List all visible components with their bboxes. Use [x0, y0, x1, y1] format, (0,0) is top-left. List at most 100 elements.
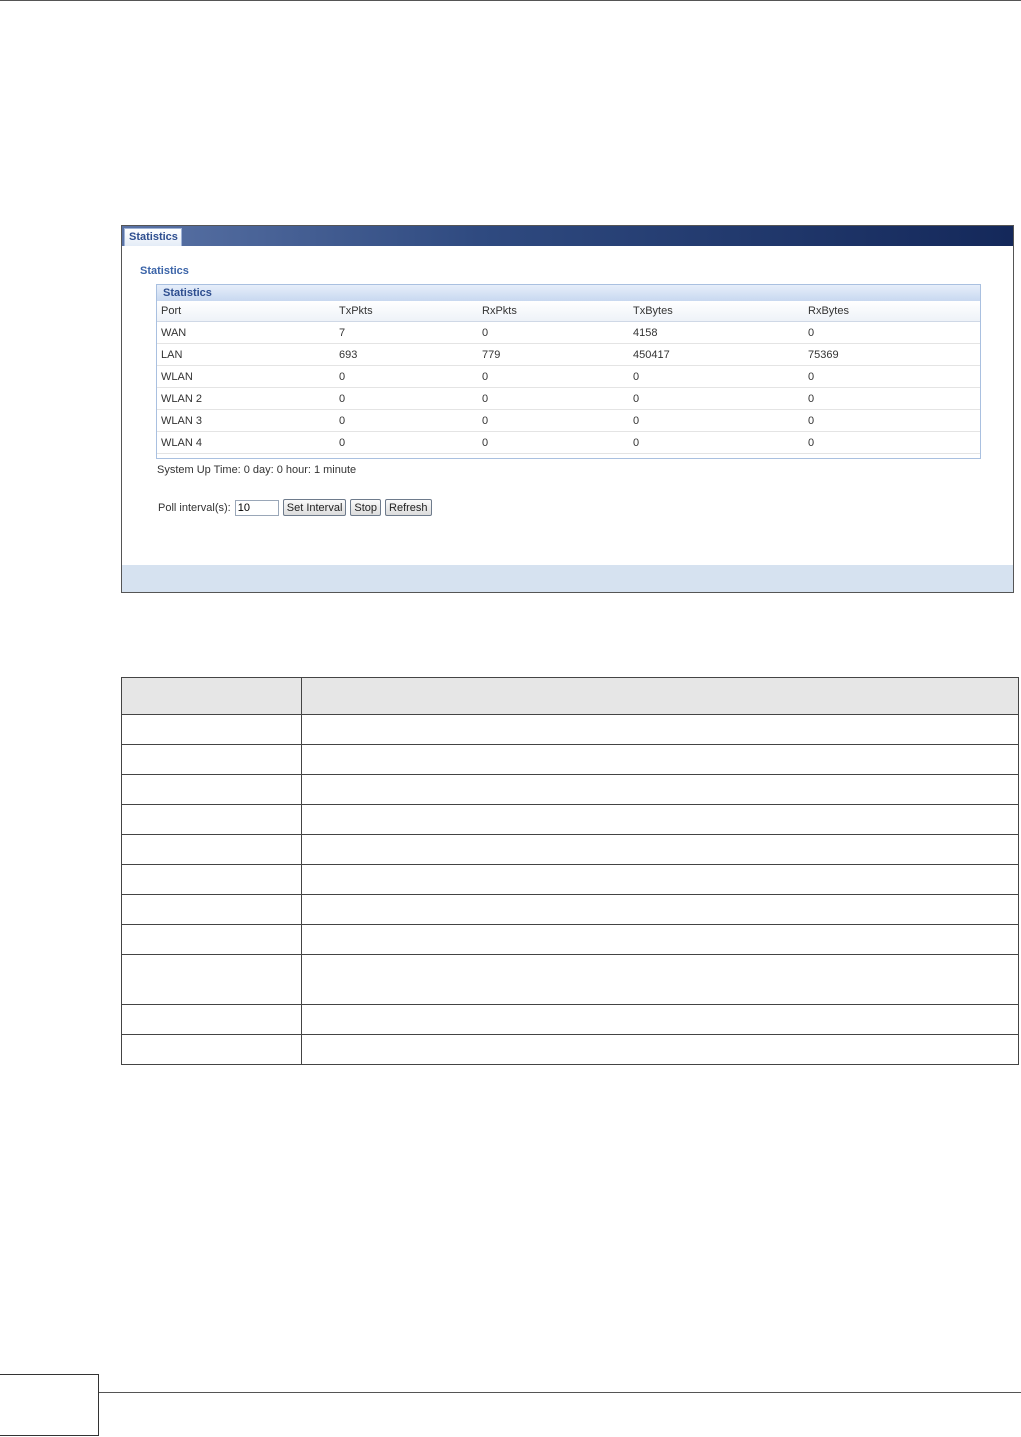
column-header-port: Port: [157, 301, 339, 322]
refresh-button[interactable]: Refresh: [385, 499, 432, 516]
txpkts-cell: 693: [339, 343, 482, 366]
table-row: WLAN 2 0 0 0 0: [157, 387, 980, 410]
panel-footer-bar: [122, 565, 1013, 592]
statistics-panel: Statistics Statistics Statistics Port Tx…: [121, 225, 1014, 593]
description-header-cell: [121, 677, 302, 715]
description-cell: [301, 924, 1019, 955]
column-header-rxpkts: RxPkts: [482, 301, 633, 322]
set-interval-button[interactable]: Set Interval: [282, 499, 347, 516]
uptime-minute: 1 minute: [313, 464, 357, 476]
column-header-txbytes: TxBytes: [633, 301, 808, 322]
section-title: Statistics: [140, 265, 189, 277]
uptime-day: 0 day:: [243, 464, 274, 476]
description-row: [121, 774, 1019, 805]
uptime-hour: 0 hour:: [276, 464, 311, 476]
description-row: [121, 954, 1019, 1005]
description-cell: [301, 1004, 1019, 1035]
txbytes-cell: 0: [633, 365, 808, 388]
poll-interval-label: Poll interval(s):: [158, 501, 231, 514]
description-cell: [121, 834, 302, 865]
description-cell: [301, 864, 1019, 895]
txpkts-cell: 0: [339, 387, 482, 410]
description-cell: [121, 714, 302, 745]
rxbytes-cell: 0: [808, 409, 980, 432]
rxpkts-cell: 779: [482, 343, 633, 366]
txpkts-cell: 0: [339, 365, 482, 388]
txpkts-cell: 0: [339, 431, 482, 454]
column-header-txpkts: TxPkts: [339, 301, 482, 322]
description-cell: [121, 894, 302, 925]
description-cell: [121, 774, 302, 805]
description-cell: [121, 1034, 302, 1065]
rxpkts-cell: 0: [482, 387, 633, 410]
poll-interval-input[interactable]: [234, 499, 279, 516]
port-cell: WLAN 4: [157, 431, 339, 454]
description-cell: [121, 954, 302, 1005]
statistics-box: Statistics Port TxPkts RxPkts TxBytes Rx…: [156, 284, 981, 459]
statistics-box-title: Statistics: [157, 285, 980, 301]
table-row: WLAN 3 0 0 0 0: [157, 409, 980, 432]
rxpkts-cell: 0: [482, 431, 633, 454]
rxbytes-cell: 75369: [808, 343, 980, 366]
stop-button[interactable]: Stop: [350, 499, 382, 516]
description-row: [121, 1034, 1019, 1065]
description-table: [121, 677, 1019, 1065]
rxbytes-cell: 0: [808, 321, 980, 344]
poll-interval-row: Poll interval(s): Set Interval Stop Refr…: [158, 499, 432, 516]
port-cell: WAN: [157, 321, 339, 344]
page-number-box: [0, 1374, 99, 1436]
description-row: [121, 804, 1019, 835]
description-cell: [301, 774, 1019, 805]
tab-bar: Statistics: [122, 226, 1013, 246]
description-cell: [301, 954, 1019, 1005]
system-uptime: System Up Time: 0 day: 0 hour: 1 minute: [157, 464, 359, 476]
table-row: WAN 7 0 4158 0: [157, 321, 980, 344]
port-cell: WLAN: [157, 365, 339, 388]
description-cell: [301, 894, 1019, 925]
txpkts-cell: 0: [339, 409, 482, 432]
description-cell: [301, 744, 1019, 775]
description-cell: [121, 804, 302, 835]
description-cell: [121, 924, 302, 955]
txbytes-cell: 4158: [633, 321, 808, 344]
description-row: [121, 834, 1019, 865]
tab-statistics[interactable]: Statistics: [124, 228, 182, 246]
description-cell: [301, 834, 1019, 865]
description-row: [121, 924, 1019, 955]
txbytes-cell: 450417: [633, 343, 808, 366]
port-cell: WLAN 2: [157, 387, 339, 410]
txpkts-cell: 7: [339, 321, 482, 344]
description-row: [121, 1004, 1019, 1035]
description-header-row: [121, 677, 1019, 715]
column-header-rxbytes: RxBytes: [808, 301, 980, 322]
rxpkts-cell: 0: [482, 409, 633, 432]
txbytes-cell: 0: [633, 409, 808, 432]
top-rule: [0, 0, 1021, 1]
description-cell: [121, 1004, 302, 1035]
rxbytes-cell: 0: [808, 387, 980, 410]
footer-rule: [99, 1392, 1021, 1393]
txbytes-cell: 0: [633, 387, 808, 410]
rxpkts-cell: 0: [482, 365, 633, 388]
description-header-cell: [301, 677, 1019, 715]
port-cell: WLAN 3: [157, 409, 339, 432]
rxbytes-cell: 0: [808, 431, 980, 454]
statistics-table: Port TxPkts RxPkts TxBytes RxBytes WAN 7…: [157, 301, 980, 454]
txbytes-cell: 0: [633, 431, 808, 454]
description-row: [121, 864, 1019, 895]
rxpkts-cell: 0: [482, 321, 633, 344]
table-row: WLAN 4 0 0 0 0: [157, 431, 980, 454]
description-row: [121, 744, 1019, 775]
port-cell: LAN: [157, 343, 339, 366]
description-cell: [301, 714, 1019, 745]
description-cell: [121, 864, 302, 895]
table-row: WLAN 0 0 0 0: [157, 365, 980, 388]
description-cell: [121, 744, 302, 775]
description-row: [121, 714, 1019, 745]
table-header-row: Port TxPkts RxPkts TxBytes RxBytes: [157, 301, 980, 322]
description-cell: [301, 804, 1019, 835]
rxbytes-cell: 0: [808, 365, 980, 388]
table-row: LAN 693 779 450417 75369: [157, 343, 980, 366]
description-row: [121, 894, 1019, 925]
uptime-label: System Up Time:: [157, 464, 241, 476]
